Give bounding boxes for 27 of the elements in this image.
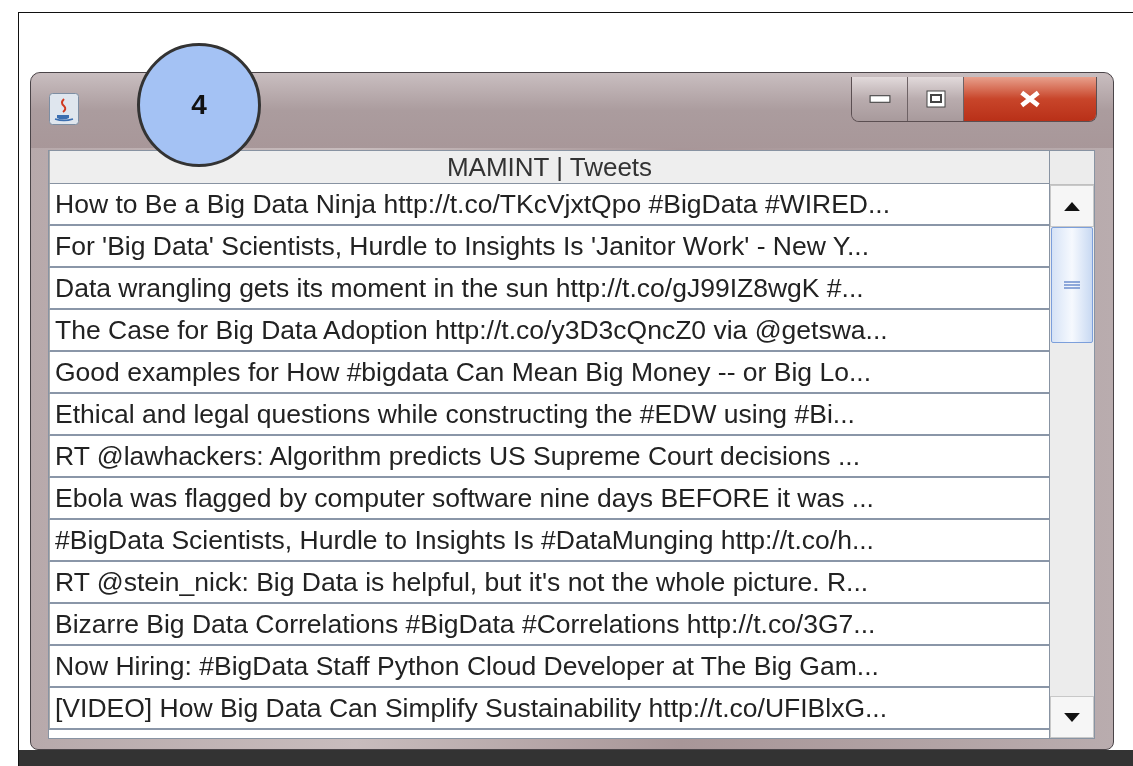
tweet-cell[interactable]: Ebola was flagged by computer software nine days BEFORE it was ... <box>49 478 1049 520</box>
minimize-button[interactable] <box>852 77 908 121</box>
tweet-cell[interactable]: [VIDEO] How Big Data Can Simplify Sustainability http://t.co/UFIBlxG... <box>49 688 1049 730</box>
tweet-cell[interactable]: RT @lawhackers: Algorithm predicts US Supreme Court decisions ... <box>49 436 1049 478</box>
java-cup-icon <box>49 93 79 125</box>
tweet-cell[interactable]: Now Hiring: #BigData Staff Python Cloud Developer at The Big Gam... <box>49 646 1049 688</box>
tweet-cell[interactable]: #BigData Scientists, Hurdle to Insights Is #DataMunging http://t.co/h... <box>49 520 1049 562</box>
tweet-cell[interactable]: For 'Big Data' Scientists, Hurdle to Insights Is 'Janitor Work' - New Y... <box>49 226 1049 268</box>
scroll-up-button[interactable] <box>1050 185 1094 227</box>
tweet-cell[interactable]: Ethical and legal questions while constructing the #EDW using #Bi... <box>49 394 1049 436</box>
scroll-down-button[interactable] <box>1050 696 1094 738</box>
maximize-button[interactable] <box>908 77 964 121</box>
grip-icon <box>1064 281 1080 289</box>
tweet-cell[interactable]: The Case for Big Data Adoption http://t.co/y3D3cQncZ0 via @getswa... <box>49 310 1049 352</box>
tweet-cell[interactable]: How to Be a Big Data Ninja http://t.co/TKcVjxtQpo #BigData #WIRED... <box>49 184 1049 226</box>
tweet-cell[interactable]: Data wrangling gets its moment in the sun http://t.co/gJ99IZ8wgK #... <box>49 268 1049 310</box>
column-header[interactable]: MAMINT | Tweets <box>49 151 1049 184</box>
close-button[interactable] <box>964 77 1096 121</box>
maximize-icon <box>924 90 947 108</box>
scroll-thumb[interactable] <box>1051 227 1093 343</box>
tweet-cell[interactable]: RT @stein_nick: Big Data is helpful, but it's not the whole picture. R... <box>49 562 1049 604</box>
tweet-cell[interactable]: Bizarre Big Data Correlations #BigData #Correlations http://t.co/3G7... <box>49 604 1049 646</box>
scroll-bar[interactable] <box>1049 151 1094 738</box>
close-icon <box>1019 90 1041 108</box>
up-arrow-icon <box>1064 201 1080 211</box>
tweet-cell[interactable]: Good examples for How #bigdata Can Mean Big Money -- or Big Lo... <box>49 352 1049 394</box>
down-arrow-icon <box>1064 712 1080 722</box>
